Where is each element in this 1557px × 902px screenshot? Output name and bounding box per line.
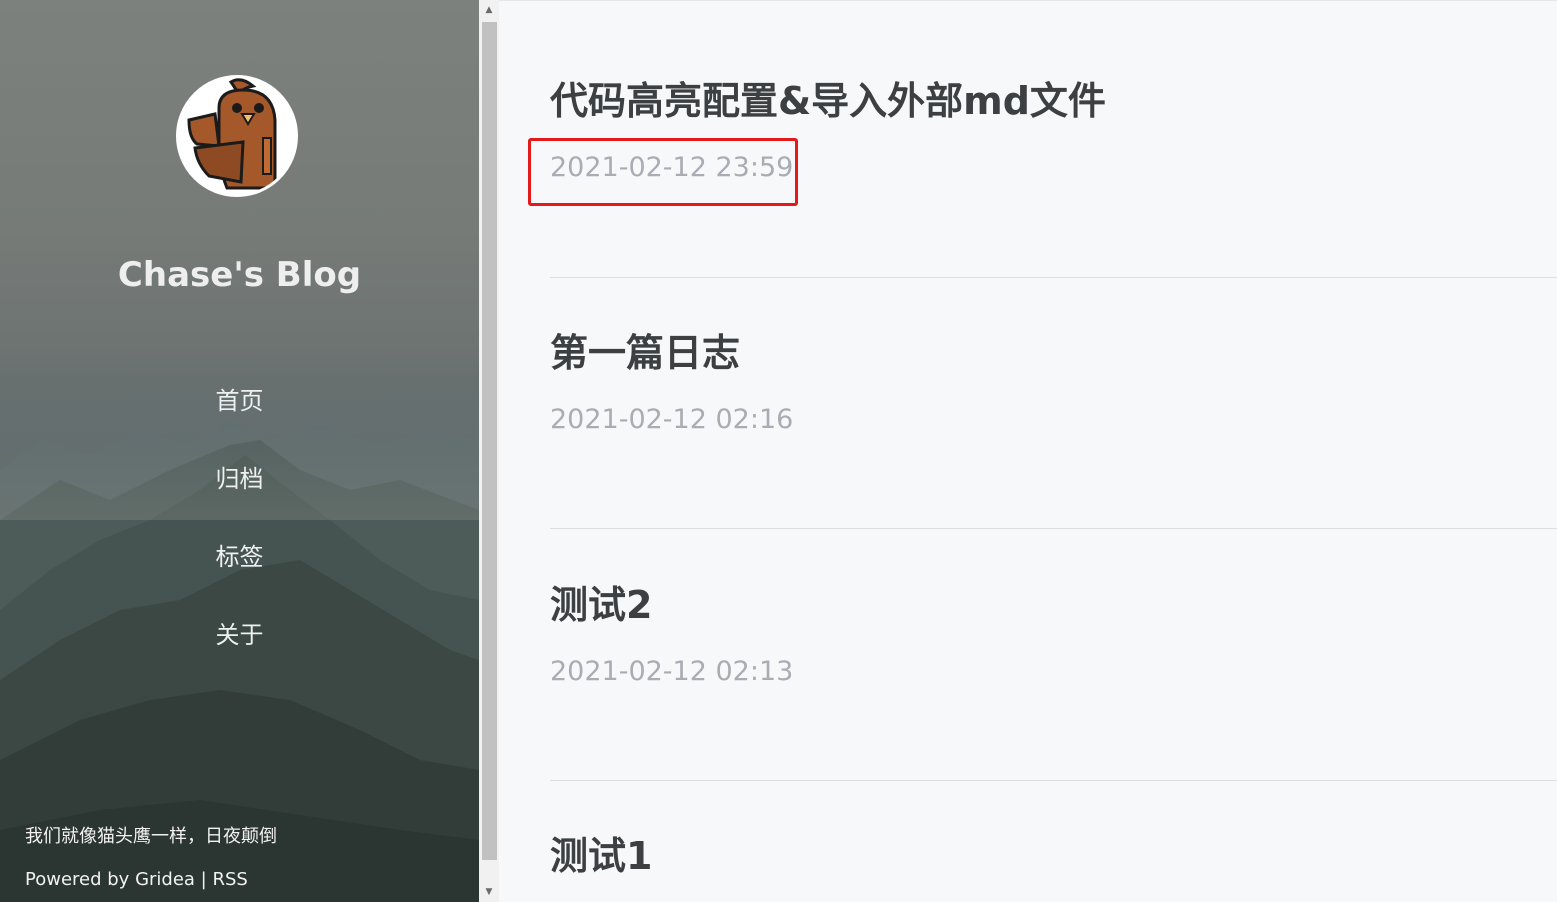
post-date: 2021-02-12 02:13 xyxy=(550,656,794,687)
scrollbar[interactable]: ▲ ▼ xyxy=(479,0,499,902)
gridea-link[interactable]: Gridea xyxy=(135,869,195,890)
nav-item-home[interactable]: 首页 xyxy=(0,382,479,460)
powered-separator: | xyxy=(194,869,213,890)
powered-prefix: Powered by xyxy=(25,869,136,890)
post-title[interactable]: 测试2 xyxy=(550,580,1557,630)
highlight-annotation xyxy=(528,138,798,206)
nav-item-about[interactable]: 关于 xyxy=(0,616,479,694)
footer-powered: Powered by Gridea | RSS xyxy=(25,869,248,890)
post-item: 测试2 2021-02-12 02:13 xyxy=(550,580,1557,687)
post-title[interactable]: 测试1 xyxy=(550,831,1557,881)
post-item: 第一篇日志 2021-02-12 02:16 xyxy=(550,328,1557,435)
owl-avatar-icon[interactable] xyxy=(176,75,298,197)
post-title[interactable]: 第一篇日志 xyxy=(550,328,1557,378)
scroll-up-arrow-icon[interactable]: ▲ xyxy=(479,0,499,20)
post-divider xyxy=(550,277,1557,278)
post-list: 代码高亮配置&导入外部md文件 2021-02-12 23:59 第一篇日志 2… xyxy=(499,0,1557,902)
rss-link[interactable]: RSS xyxy=(212,869,247,890)
post-divider xyxy=(550,528,1557,529)
nav-item-archives[interactable]: 归档 xyxy=(0,460,479,538)
nav-item-tags[interactable]: 标签 xyxy=(0,538,479,616)
post-item: 测试1 xyxy=(550,831,1557,881)
blog-title[interactable]: Chase's Blog xyxy=(0,255,479,295)
sidebar: Chase's Blog 首页 归档 标签 关于 我们就像猫头鹰一样，日夜颠倒 … xyxy=(0,0,479,902)
post-date: 2021-02-12 02:16 xyxy=(550,404,794,435)
post-title[interactable]: 代码高亮配置&导入外部md文件 xyxy=(550,76,1557,126)
scroll-down-arrow-icon[interactable]: ▼ xyxy=(479,882,499,902)
post-divider xyxy=(550,780,1557,781)
sidebar-nav: 首页 归档 标签 关于 xyxy=(0,382,479,694)
scrollbar-thumb[interactable] xyxy=(482,22,497,860)
footer-motto: 我们就像猫头鹰一样，日夜颠倒 xyxy=(25,826,277,847)
